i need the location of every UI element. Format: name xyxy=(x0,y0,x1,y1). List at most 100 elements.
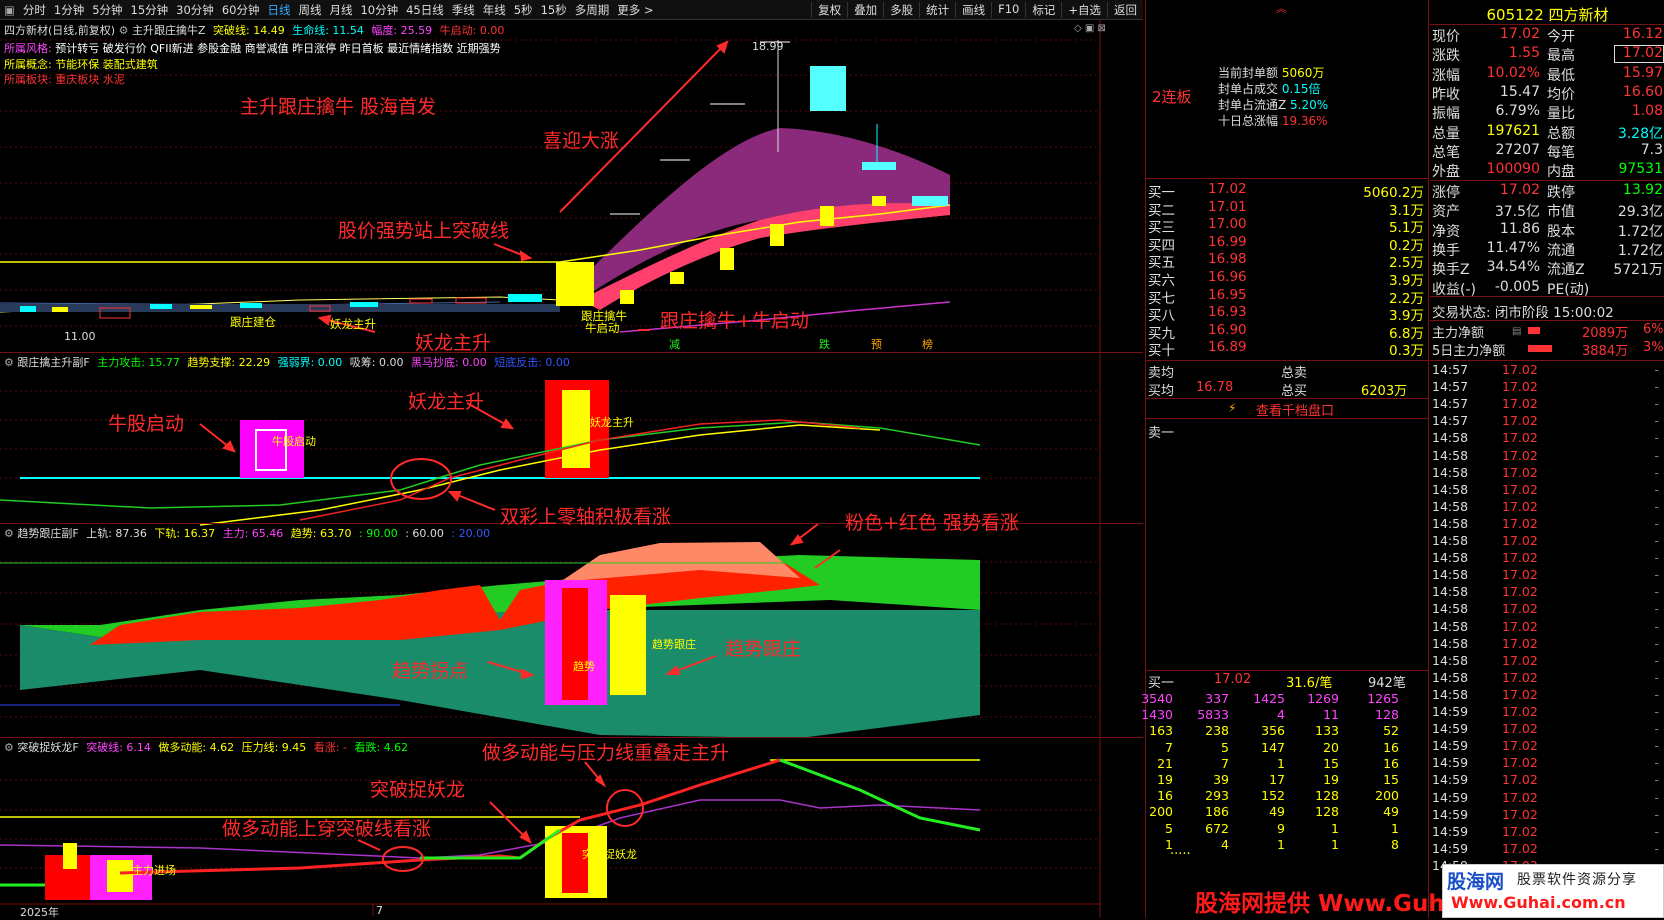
buy-price: 17.02 xyxy=(1208,181,1247,197)
tick-time: 14:58 xyxy=(1432,618,1469,634)
indicator-value: 突破线: 6.14 xyxy=(86,741,151,754)
tick-time: 14:58 xyxy=(1432,601,1469,617)
indicator-value: 短底反击: 0.00 xyxy=(490,356,570,369)
candle xyxy=(670,272,684,284)
tick-price: 17.02 xyxy=(1502,755,1538,771)
queue-cell: 5833 xyxy=(1197,707,1229,723)
quote-label: 股本 xyxy=(1547,223,1575,240)
queue-cell: 1 xyxy=(1331,820,1339,836)
panel4-indicator-name[interactable]: 突破捉妖龙F xyxy=(17,741,78,754)
main-indicator-name[interactable]: 主升跟庄擒牛Z xyxy=(132,24,206,37)
seal-label: 十日总涨幅 xyxy=(1218,114,1279,128)
queue-cell: 356 xyxy=(1261,723,1285,739)
quote-value: 1.72亿 xyxy=(1617,223,1663,240)
queue-cell: 1 xyxy=(1277,836,1285,852)
tick-time: 14:58 xyxy=(1432,584,1469,600)
main5-bar xyxy=(1528,345,1552,352)
panel3-gear-icon[interactable]: ⚙ xyxy=(4,527,14,540)
queue-cell: 133 xyxy=(1315,723,1339,739)
tick-price: 17.02 xyxy=(1502,413,1538,429)
tick-time: 14:58 xyxy=(1432,550,1469,566)
marker-build: 跟庄建仓 xyxy=(230,315,276,329)
seal-row: 十日总涨幅 19.36% xyxy=(1218,112,1328,129)
tick-time: 14:58 xyxy=(1432,533,1469,548)
queue-header-price: 17.02 xyxy=(1214,672,1252,687)
quote-label: 市值 xyxy=(1547,204,1575,221)
tick-dash: - xyxy=(1654,362,1659,377)
quote-value: 7.3 xyxy=(1640,141,1663,158)
panel3-values: 上轨: 87.36 下轨: 16.37 主力: 65.46 趋势: 63.70 … xyxy=(82,527,490,540)
queue-cell: 337 xyxy=(1205,691,1229,706)
quote-label: 每笔 xyxy=(1547,144,1575,161)
queue-cell: 1425 xyxy=(1253,691,1285,706)
tick-time: 14:58 xyxy=(1432,498,1469,514)
queue-cell: 4 xyxy=(1277,707,1285,723)
queue-cell: 7 xyxy=(1165,739,1173,755)
concept-value: 节能环保 装配式建筑 xyxy=(55,58,158,71)
quote-label: 振幅 xyxy=(1432,106,1460,123)
panel2-gear-icon[interactable]: ⚙ xyxy=(4,356,14,369)
seal-label: 封单占流通Z xyxy=(1218,98,1287,112)
candle xyxy=(912,196,948,206)
panel4-gear-icon[interactable]: ⚙ xyxy=(4,741,14,754)
tick-price: 17.02 xyxy=(1502,618,1538,634)
quote-label: 涨跌 xyxy=(1432,48,1460,65)
queue-cell: 1265 xyxy=(1367,691,1399,706)
quote-label: 资产 xyxy=(1432,204,1460,221)
tick-dash: - xyxy=(1654,806,1659,822)
tick-price: 17.02 xyxy=(1502,464,1538,480)
tick-dash: - xyxy=(1654,515,1659,531)
tick-price: 17.02 xyxy=(1502,567,1538,583)
stock-code-name: 605122 四方新材 xyxy=(1486,6,1609,24)
tick-price: 17.02 xyxy=(1502,806,1538,822)
avg-sell-label: 卖均 xyxy=(1148,366,1175,381)
tick-time: 14:57 xyxy=(1432,379,1469,395)
candle xyxy=(620,290,634,304)
ann-breakout: 股价强势站上突破线 xyxy=(338,220,510,242)
panel-controls[interactable]: ◇ ▣ ⊠ xyxy=(1074,23,1106,34)
panel2-values: 主力攻击: 15.77 趋势支撑: 22.29 强弱界: 0.00 吸筹: 0.… xyxy=(93,356,570,369)
indicator-gear-icon[interactable]: ⚙ xyxy=(119,24,129,37)
queue-cell: 15 xyxy=(1323,755,1339,771)
queue-cell: 293 xyxy=(1205,788,1229,804)
watermark-logo: 股海网 股票软件资源分享 Www.Guhai.com.cn xyxy=(1442,864,1664,918)
candle xyxy=(862,162,896,170)
tick-price: 17.02 xyxy=(1502,823,1538,839)
quote-column: 605122 四方新材 现价 17.02 今开 16.12 涨跌 1.55 最高 17.02 涨… xyxy=(1430,0,1664,918)
quote-label: 涨停 xyxy=(1432,185,1460,201)
panel3-indicator-name[interactable]: 趋势跟庄副F xyxy=(17,527,78,540)
tick-time: 14:58 xyxy=(1432,430,1469,446)
sector-row: 所属板块: 重庆板块 水泥 xyxy=(4,71,125,87)
seal-value: 5.20% xyxy=(1286,98,1329,112)
ann-double-color: 双彩上零轴积极看涨 xyxy=(500,506,672,528)
thousand-orders-link[interactable]: 查看千档盘口 xyxy=(1256,400,1334,419)
total-buy-label: 总买 xyxy=(1281,384,1308,399)
tick-time: 14:59 xyxy=(1432,789,1469,805)
indicator-value: 趋势支撑: 22.29 xyxy=(183,356,271,369)
quote-value: 10.02% xyxy=(1486,64,1540,81)
tick-price: 17.02 xyxy=(1502,515,1538,531)
panel2-indicator-name[interactable]: 跟庄擒主升副F xyxy=(17,356,89,369)
queue-header-label: 买一 xyxy=(1148,676,1175,691)
quote-label: 涨幅 xyxy=(1432,67,1460,84)
quote-value: 16.12 xyxy=(1622,26,1663,42)
tick-price: 17.02 xyxy=(1502,840,1538,856)
stock-label: 四方新材(日线,前复权) xyxy=(4,24,116,37)
avg-buy-label: 买均 xyxy=(1148,384,1175,399)
main-net-label: 主力净额 xyxy=(1432,326,1485,341)
quote-value: 197621 xyxy=(1486,122,1540,139)
queue-more[interactable]: ..... xyxy=(1170,843,1191,858)
detail-icon[interactable]: ▤ xyxy=(1512,326,1521,337)
queue-cell: 16 xyxy=(1383,755,1399,771)
tick-price: 17.02 xyxy=(1502,362,1538,377)
indicator-value: 看涨: - xyxy=(310,741,347,754)
collapse-up-icon[interactable]: ︽ xyxy=(1276,0,1287,16)
volume-shade xyxy=(0,304,560,312)
tick-price: 17.02 xyxy=(1502,396,1538,412)
queue-cell: 5 xyxy=(1165,820,1173,836)
indicator-value: 看跌: 4.62 xyxy=(350,741,409,754)
seal-value: 19.36% xyxy=(1278,114,1328,128)
main-indicator-values: 突破线: 14.49 生命线: 11.54 幅度: 25.59 牛启动: 0.0… xyxy=(209,24,504,37)
style-row: 所属风格: 预计转亏 破发行价 QFII新进 参股金融 商誉减值 昨日涨停 昨日… xyxy=(4,40,501,56)
marker-trend: 趋势 xyxy=(573,660,595,673)
